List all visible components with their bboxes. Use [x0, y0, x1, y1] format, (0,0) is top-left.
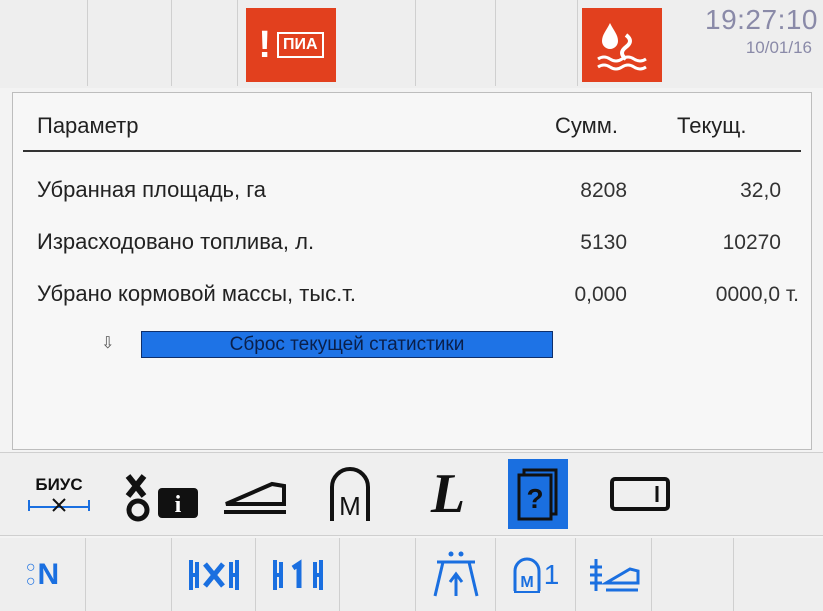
help-book-icon: ? [517, 468, 558, 521]
chopper-1-indicator[interactable] [256, 538, 340, 611]
row-total-area: 8208 [580, 179, 627, 202]
tab-l[interactable]: L [416, 459, 480, 529]
tab-screen[interactable] [602, 459, 678, 529]
biuc-valve-icon [28, 498, 90, 512]
screen-tab-bar: БИУС i M L ? [0, 452, 823, 536]
tab-header[interactable] [218, 459, 292, 529]
svg-text:?: ? [526, 483, 543, 514]
statistics-panel: Параметр Сумм. Текущ. Убранная площадь, … [12, 92, 812, 450]
tab-m[interactable]: M [318, 459, 382, 529]
bottom-slot-2 [86, 538, 172, 611]
pia-chip-icon: ПИА [277, 32, 324, 58]
l-icon: L [430, 463, 466, 525]
column-header-parameter: Параметр [37, 113, 139, 138]
biuc-label: БИУС [35, 475, 83, 494]
status-slot-5 [416, 0, 496, 86]
status-slot-3 [172, 0, 238, 86]
bottom-slot-5 [340, 538, 416, 611]
clock: 19:27:10 10/01/16 [668, 4, 818, 58]
row-label-area: Убранная площадь, га [37, 177, 266, 202]
header-float-icon [589, 558, 639, 591]
header-lift-indicator[interactable] [416, 538, 496, 611]
status-slot-4 [336, 0, 416, 86]
header-divider [23, 150, 801, 152]
chopper-1-icon [272, 558, 323, 590]
status-slot-6 [496, 0, 578, 86]
row-current-fuel: 10270 [722, 231, 781, 254]
screen-icon [610, 477, 670, 511]
time-display: 19:27:10 [705, 4, 818, 35]
bottom-slot-9 [652, 538, 734, 611]
pia-alarm-indicator[interactable]: ! ПИА [246, 8, 336, 82]
bottom-slot-10 [734, 538, 823, 611]
neutral-dots-icon: ○ ○ [25, 558, 36, 590]
chopper-x-indicator[interactable] [172, 538, 256, 611]
header-lift-icon [433, 551, 478, 596]
warning-mark: ! [258, 23, 272, 66]
neutral-n-indicator[interactable]: ○ ○ N [0, 538, 86, 611]
status-slot-2 [88, 0, 172, 86]
top-status-bar: ! ПИА 19:27:10 10/01/16 [0, 0, 823, 88]
coolant-temperature-icon [597, 23, 647, 71]
m-icon: M [330, 467, 370, 521]
date-display: 10/01/16 [745, 38, 812, 57]
tab-harvester-info[interactable]: i [116, 459, 208, 529]
column-header-total: Сумм. [555, 113, 619, 138]
mode-1-label: 1 [543, 558, 560, 590]
svg-text:M: M [339, 491, 361, 521]
harvester-info-icon: i [125, 474, 198, 522]
row-current-mass: 0000,0 т. [715, 283, 799, 306]
neutral-n-label: N [37, 557, 60, 591]
header-float-indicator[interactable] [576, 538, 652, 611]
status-slot-1 [0, 0, 88, 86]
column-header-current: Текущ. [677, 113, 747, 138]
svg-text:M: M [520, 574, 533, 591]
mode-m-icon: M [513, 557, 541, 593]
chopper-x-icon [188, 559, 239, 590]
bottom-status-bar: ○ ○ N M 1 [0, 538, 823, 611]
mode-1-indicator[interactable]: M 1 [496, 538, 576, 611]
header-icon [224, 481, 286, 514]
row-total-mass: 0,000 [574, 283, 627, 306]
row-current-area: 32,0 [740, 179, 781, 202]
row-label-mass: Убрано кормовой массы, тыс.т. [37, 281, 356, 306]
reset-statistics-button[interactable]: Сброс текущей статистики [141, 331, 553, 358]
svg-text:i: i [175, 492, 182, 518]
tab-help-active[interactable]: ? [508, 459, 568, 529]
selection-arrow-icon: ⇩ [101, 335, 115, 352]
coolant-alarm-indicator[interactable] [582, 8, 662, 82]
tab-biuc[interactable]: БИУС [14, 459, 104, 529]
row-total-fuel: 5130 [580, 231, 627, 254]
row-label-fuel: Израсходовано топлива, л. [37, 229, 315, 254]
